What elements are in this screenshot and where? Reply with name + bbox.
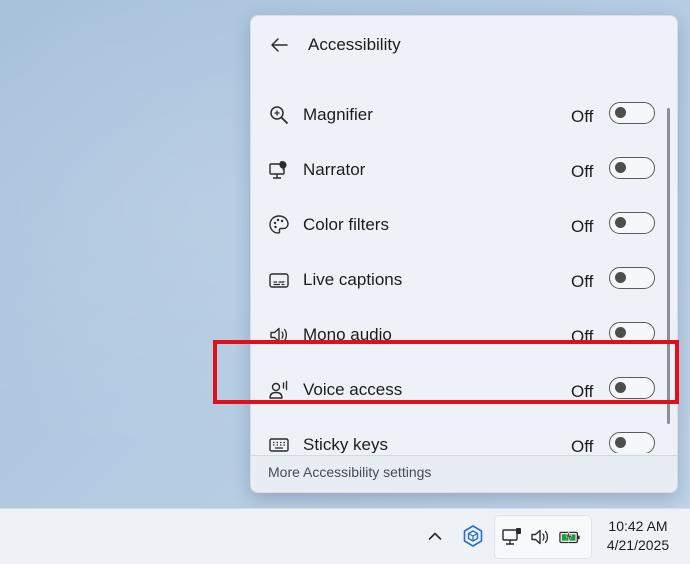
flyout-title: Accessibility: [308, 35, 401, 54]
item-label: Color filters: [303, 215, 389, 234]
taskbar-clock[interactable]: 10:42 AM 4/21/2025: [598, 517, 678, 555]
mono-audio-toggle[interactable]: [609, 322, 655, 344]
item-state: Off: [571, 107, 594, 126]
list-item-narrator: Narrator Off: [251, 143, 661, 197]
live-captions-icon: [269, 273, 289, 288]
volume-icon: [531, 529, 549, 545]
network-icon: [502, 528, 521, 545]
item-label: Sticky keys: [303, 435, 389, 453]
show-hidden-icons-button[interactable]: [424, 525, 446, 547]
sticky-keys-toggle[interactable]: [609, 432, 655, 453]
toggle-knob: [615, 162, 626, 173]
item-label: Narrator: [303, 160, 366, 179]
color-filters-toggle[interactable]: [609, 212, 655, 234]
list-item-sticky-keys: Sticky keys Off: [251, 418, 661, 453]
more-accessibility-settings-link[interactable]: More Accessibility settings: [268, 464, 431, 480]
scrollbar[interactable]: [667, 108, 670, 424]
toggle-knob: [615, 382, 626, 393]
voice-access-icon: [269, 380, 288, 399]
item-state: Off: [571, 162, 594, 181]
item-state: Off: [571, 217, 594, 236]
back-arrow-icon: [271, 38, 288, 52]
list-item-mono-audio: Mono audio Off: [251, 308, 661, 362]
voice-access-toggle[interactable]: [609, 377, 655, 399]
toggle-knob: [615, 217, 626, 228]
item-state: Off: [571, 272, 594, 291]
item-label: Live captions: [303, 270, 403, 289]
magnifier-toggle[interactable]: [609, 102, 655, 124]
toggle-knob: [615, 272, 626, 283]
clock-time: 10:42 AM: [608, 518, 668, 534]
item-label: Magnifier: [303, 105, 373, 124]
magnifier-icon: [270, 106, 288, 124]
item-state: Off: [571, 437, 594, 453]
accessibility-flyout: Accessibility Magnifier Off Narrator Off: [250, 15, 678, 493]
narrator-icon: [269, 161, 287, 179]
list-item-live-captions: Live captions Off: [251, 253, 661, 307]
mono-audio-icon: [270, 327, 288, 343]
toggle-knob: [615, 437, 626, 448]
chevron-up-icon: [428, 532, 442, 540]
quick-settings-button[interactable]: [494, 515, 592, 559]
item-state: Off: [571, 327, 594, 346]
clock-date: 4/21/2025: [606, 537, 670, 553]
color-filters-icon: [269, 215, 289, 234]
taskbar: 10:42 AM 4/21/2025: [0, 508, 690, 564]
toggle-knob: [615, 107, 626, 118]
flyout-header: Accessibility: [251, 16, 677, 74]
item-state: Off: [571, 382, 594, 401]
item-label: Mono audio: [303, 325, 392, 344]
live-captions-toggle[interactable]: [609, 267, 655, 289]
narrator-toggle[interactable]: [609, 157, 655, 179]
flyout-footer: More Accessibility settings: [251, 455, 677, 492]
item-label: Voice access: [303, 380, 403, 399]
accessibility-list: Magnifier Off Narrator Off Color filters…: [251, 73, 661, 453]
sticky-keys-icon: [269, 438, 289, 452]
list-item-magnifier: Magnifier Off: [251, 88, 661, 142]
list-item-color-filters: Color filters Off: [251, 198, 661, 252]
list-item-voice-access: Voice access Off: [251, 363, 661, 417]
back-button[interactable]: [265, 33, 293, 57]
battery-icon: [559, 530, 580, 544]
toggle-knob: [615, 327, 626, 338]
app-tray-icon[interactable]: [461, 524, 485, 548]
